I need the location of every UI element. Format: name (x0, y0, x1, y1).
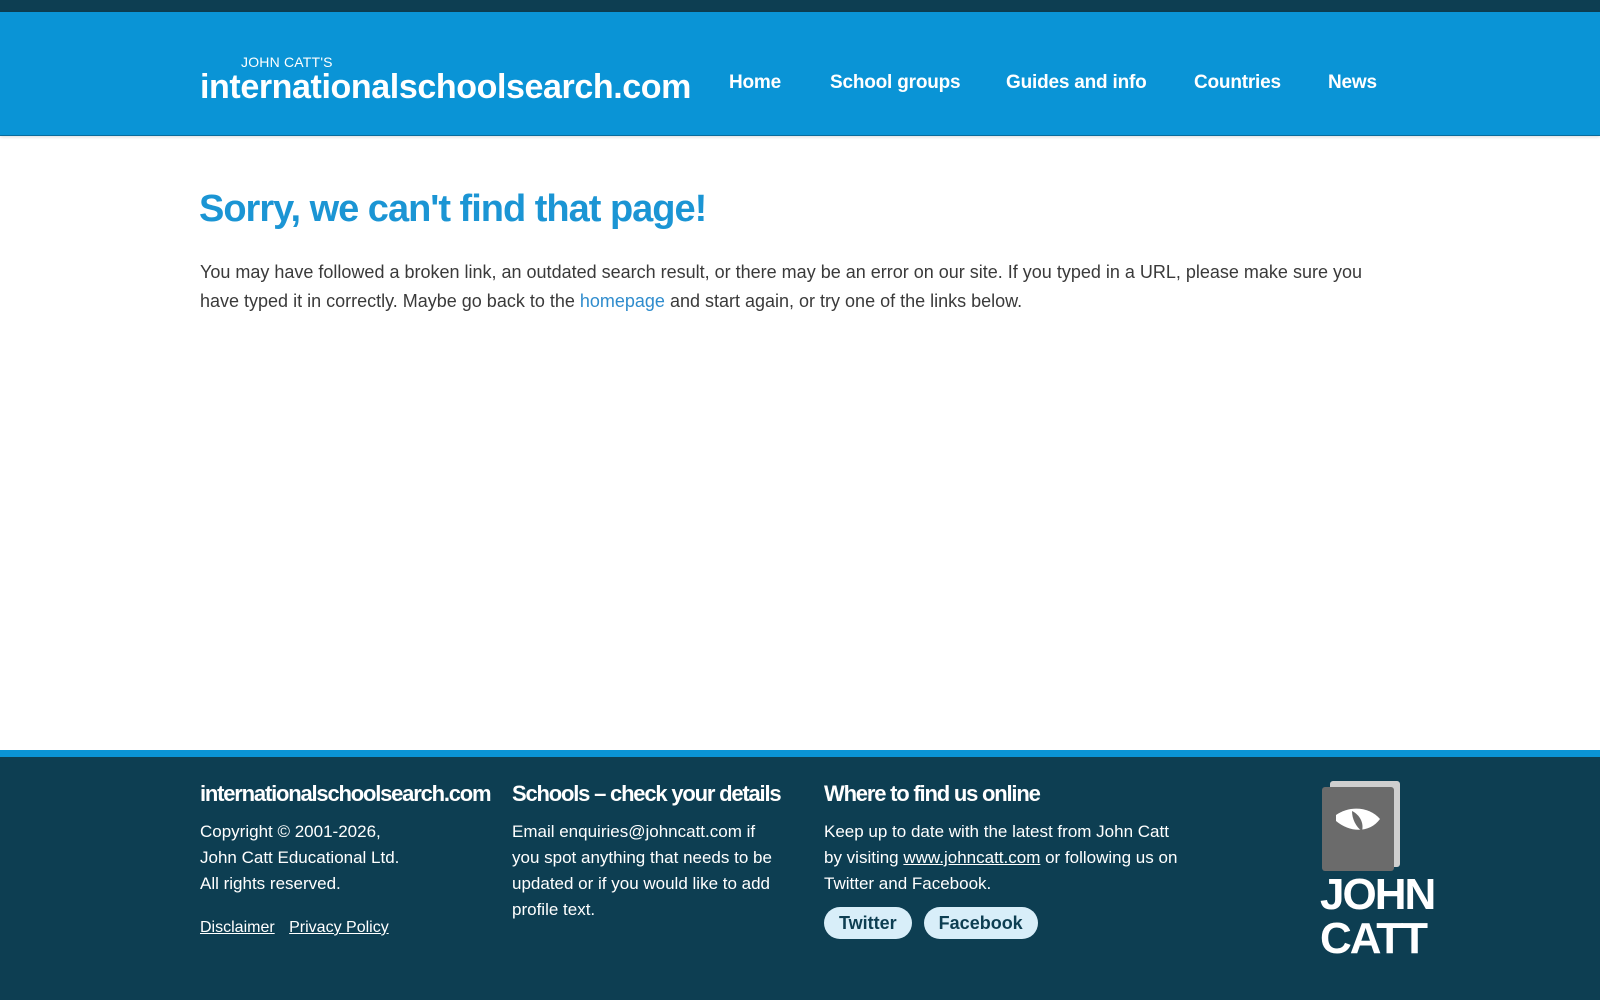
john-catt-wordmark: JOHN CATT (1320, 873, 1436, 961)
site-footer: internationalschoolsearch.com Copyright … (0, 757, 1600, 1000)
footer-divider (0, 750, 1600, 757)
nav-guides-and-info[interactable]: Guides and info (1006, 72, 1147, 94)
copyright-line2: John Catt Educational Ltd. (200, 848, 400, 867)
nav-school-groups[interactable]: School groups (830, 72, 961, 94)
schools-details-text: Email enquiries@johncatt.com if you spot… (512, 822, 772, 919)
footer-col2-heading: Schools – check your details (512, 781, 782, 806)
footer-col-copyright: internationalschoolsearch.com Copyright … (200, 781, 500, 937)
brand-line1: JOHN (1320, 870, 1436, 919)
error-message: You may have followed a broken link, an … (200, 258, 1400, 316)
logo-wordmark: internationalschoolsearch.com (200, 68, 691, 106)
disclaimer-link[interactable]: Disclaimer (200, 919, 275, 936)
copyright-line1: Copyright © 2001-2026, (200, 822, 381, 841)
nav-countries[interactable]: Countries (1194, 72, 1281, 94)
twitter-button[interactable]: Twitter (824, 907, 912, 939)
brand-line2: CATT (1320, 914, 1428, 963)
footer-col-online: Where to find us online Keep up to date … (824, 781, 1184, 939)
nav-home[interactable]: Home (729, 72, 781, 94)
site-header: JOHN CATT'S internationalschoolsearch.co… (0, 12, 1600, 136)
copyright-text: Copyright © 2001-2026, John Catt Educati… (200, 819, 500, 897)
error-text-end: and start again, or try one of the links… (664, 291, 1023, 311)
logo-subtitle: JOHN CATT'S (241, 54, 333, 70)
footer-col3-heading: Where to find us online (824, 781, 1041, 806)
privacy-policy-link[interactable]: Privacy Policy (289, 919, 389, 936)
social-buttons: Twitter Facebook (824, 907, 1184, 939)
book-eye-icon (1322, 781, 1400, 871)
site-logo[interactable]: JOHN CATT'S internationalschoolsearch.co… (200, 55, 705, 107)
copyright-line3: All rights reserved. (200, 874, 341, 893)
footer-col1-heading: internationalschoolsearch.com (200, 781, 492, 806)
legal-links: Disclaimer Privacy Policy (200, 919, 500, 937)
nav-news[interactable]: News (1328, 72, 1377, 94)
john-catt-logo[interactable]: JOHN CATT (1320, 781, 1436, 967)
homepage-link[interactable]: homepage (580, 291, 665, 311)
online-text: Keep up to date with the latest from Joh… (824, 819, 1184, 897)
top-strip (0, 0, 1600, 12)
johncatt-website-link[interactable]: www.johncatt.com (903, 848, 1040, 867)
facebook-button[interactable]: Facebook (923, 907, 1038, 939)
page-title: Sorry, we can't find that page! (199, 188, 707, 230)
footer-col-schools: Schools – check your details Email enqui… (512, 781, 784, 923)
